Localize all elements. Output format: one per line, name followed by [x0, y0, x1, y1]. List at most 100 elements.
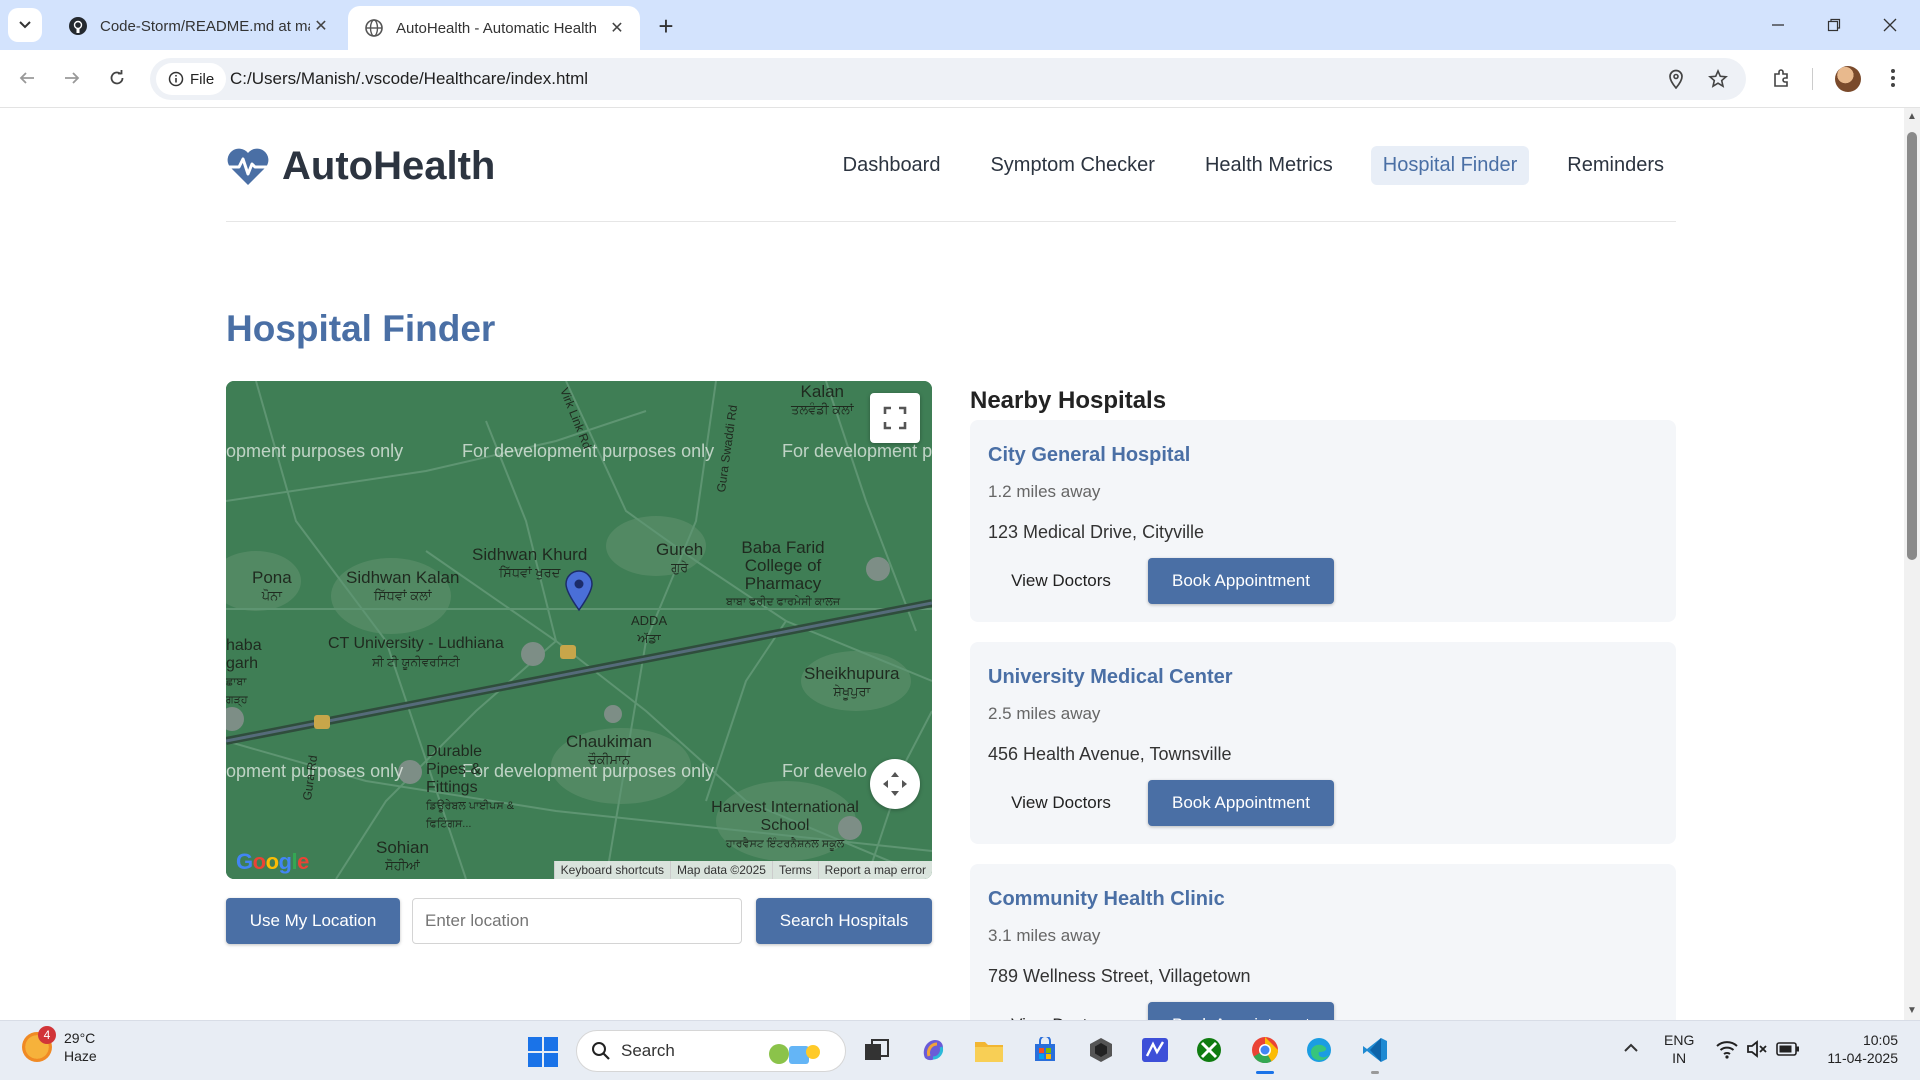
map-label: Baba Farid College of Pharmacy ਬਾਬਾ ਫਰੀਦ …: [725, 538, 841, 609]
forward-button[interactable]: [55, 61, 89, 95]
battery-icon[interactable]: [1776, 1041, 1800, 1057]
close-tab-icon[interactable]: ✕: [606, 17, 628, 39]
tab-autohealth[interactable]: AutoHealth - Automatic Health ✕: [348, 6, 640, 50]
nav-health-metrics[interactable]: Health Metrics: [1193, 146, 1345, 185]
tab-github[interactable]: Code-Storm/README.md at ma ✕: [52, 6, 344, 46]
close-tab-icon[interactable]: ✕: [310, 15, 332, 37]
hospital-address: 789 Wellness Street, Villagetown: [988, 966, 1251, 986]
restore-button[interactable]: [1806, 0, 1862, 50]
weather-widget[interactable]: 4 29°C Haze: [22, 1026, 97, 1065]
nav-reminders[interactable]: Reminders: [1555, 146, 1676, 185]
notification-badge: 4: [38, 1026, 56, 1044]
main-nav: Dashboard Symptom Checker Health Metrics…: [805, 146, 1676, 185]
hospital-card: City General Hospital 1.2 miles away 123…: [970, 420, 1676, 622]
clock[interactable]: 10:05 11-04-2025: [1818, 1031, 1898, 1067]
view-doctors-button[interactable]: View Doctors: [988, 1002, 1134, 1020]
address-bar[interactable]: File C:/Users/Manish/.vscode/Healthcare/…: [150, 58, 1746, 100]
nav-symptom-checker[interactable]: Symptom Checker: [978, 146, 1167, 185]
tab-title: Code-Storm/README.md at ma: [100, 17, 310, 35]
close-window-button[interactable]: [1862, 0, 1918, 50]
edge-icon[interactable]: [1302, 1033, 1336, 1067]
back-button[interactable]: [10, 61, 44, 95]
brand-logo[interactable]: AutoHealth: [226, 144, 495, 189]
scrollbar-thumb[interactable]: [1907, 132, 1917, 560]
tab-title: AutoHealth - Automatic Health: [396, 19, 597, 37]
scroll-up-icon[interactable]: ▲: [1907, 112, 1917, 122]
page-scrollbar[interactable]: ▲ ▼: [1904, 108, 1920, 1020]
scroll-down-icon[interactable]: ▼: [1907, 1006, 1917, 1016]
report-error-link[interactable]: Report a map error: [817, 861, 932, 879]
chrome-icon[interactable]: [1248, 1033, 1282, 1074]
map-label: CT University - Ludhiana ਸੀ ਟੀ ਯੂਨੀਵਰਸਿਟੀ: [328, 635, 504, 669]
map-data-text: Map data ©2025: [670, 861, 772, 879]
start-button[interactable]: [528, 1037, 558, 1067]
arrow-right-icon: [65, 72, 80, 84]
map-label: Sidhwan Kalan ਸਿੱਧਵਾਂ ਕਲਾਂ: [346, 568, 460, 604]
nav-dashboard[interactable]: Dashboard: [831, 146, 953, 185]
use-my-location-button[interactable]: Use My Location: [226, 898, 400, 944]
extensions-button[interactable]: [1764, 61, 1798, 95]
map-label: Durable Pipes & Fittings ਡਿਊਰੇਬਲ ਪਾਈਪਸ & …: [426, 743, 515, 830]
map-label: Sidhwan Khurd ਸਿੱਧਵਾਂ ਖੁਰਦ: [472, 545, 588, 581]
task-view-icon[interactable]: [860, 1033, 894, 1067]
move-arrows-icon: [883, 772, 907, 796]
book-appointment-button[interactable]: Book Appointment: [1148, 1002, 1334, 1020]
search-highlight-icon: [769, 1044, 820, 1064]
info-icon: [168, 71, 184, 87]
new-tab-button[interactable]: +: [652, 11, 680, 41]
microsoft-store-icon[interactable]: [1028, 1033, 1062, 1067]
tab-search-button[interactable]: [8, 8, 42, 42]
profile-avatar[interactable]: [1835, 66, 1861, 92]
restore-icon: [1827, 18, 1841, 32]
map-label: Harvest International School ਹਾਰਵੈਸਟ ਇੰਟਰ…: [711, 799, 859, 850]
nav-hospital-finder[interactable]: Hospital Finder: [1370, 146, 1530, 185]
web-page: AutoHealth Dashboard Symptom Checker Hea…: [0, 108, 1904, 1020]
url-text[interactable]: C:/Users/Manish/.vscode/Healthcare/index…: [230, 69, 588, 89]
weather-condition: Haze: [64, 1048, 97, 1064]
map-label: Sheikhupura ਸ਼ੇਖੂਪੁਰਾ: [804, 664, 900, 700]
minimize-icon: [1772, 24, 1784, 26]
arrow-left-icon: [19, 72, 34, 84]
taskbar-search[interactable]: Search: [576, 1030, 846, 1072]
hospital-distance: 1.2 miles away: [988, 482, 1101, 501]
hospital-name[interactable]: City General Hospital: [988, 444, 1190, 467]
minimize-button[interactable]: [1750, 0, 1806, 50]
site-info-chip[interactable]: File: [156, 63, 227, 95]
keyboard-shortcuts-link[interactable]: Keyboard shortcuts: [553, 861, 670, 879]
map-label: Sohian ਸੋਹੀਆਂ: [376, 838, 429, 874]
view-doctors-button[interactable]: View Doctors: [988, 780, 1134, 826]
kebab-menu-icon: [1891, 69, 1895, 87]
location-pin-icon[interactable]: [1664, 67, 1688, 91]
hospital-name[interactable]: Community Health Clinic: [988, 888, 1225, 911]
reload-button[interactable]: [100, 61, 134, 95]
terms-link[interactable]: Terms: [771, 861, 818, 879]
fullscreen-button[interactable]: [870, 393, 920, 443]
chevron-up-icon[interactable]: [1620, 1037, 1642, 1059]
book-appointment-button[interactable]: Book Appointment: [1148, 780, 1334, 826]
map-label: Chaukiman ਚੌਕੀਮਾਨ: [566, 732, 652, 768]
hospital-name[interactable]: University Medical Center: [988, 666, 1233, 689]
view-doctors-button[interactable]: View Doctors: [988, 558, 1134, 604]
hospital-distance: 2.5 miles away: [988, 704, 1101, 723]
bookmark-star-icon[interactable]: [1706, 67, 1730, 91]
unity-icon[interactable]: [1084, 1033, 1118, 1067]
search-hospitals-button[interactable]: Search Hospitals: [756, 898, 932, 944]
speaker-muted-icon[interactable]: [1746, 1039, 1768, 1059]
location-input[interactable]: [412, 898, 742, 944]
math-app-icon[interactable]: [1138, 1033, 1172, 1067]
browser-tab-strip: Code-Storm/README.md at ma ✕ AutoHealth …: [0, 0, 1920, 50]
globe-icon: [365, 19, 383, 37]
dev-watermark: For develo: [782, 761, 868, 781]
wifi-icon[interactable]: [1716, 1039, 1738, 1059]
camera-control-button[interactable]: [870, 759, 920, 809]
vscode-icon[interactable]: [1358, 1033, 1392, 1074]
file-explorer-icon[interactable]: [972, 1033, 1006, 1067]
reload-icon: [110, 70, 124, 85]
hospital-card: Community Health Clinic 3.1 miles away 7…: [970, 864, 1676, 1020]
xbox-icon[interactable]: [1192, 1033, 1226, 1067]
language-indicator[interactable]: ENG IN: [1664, 1031, 1694, 1067]
book-appointment-button[interactable]: Book Appointment: [1148, 558, 1334, 604]
menu-button[interactable]: [1876, 61, 1910, 95]
copilot-icon[interactable]: [916, 1033, 950, 1067]
google-map[interactable]: opment purposes only For development pur…: [226, 381, 932, 879]
